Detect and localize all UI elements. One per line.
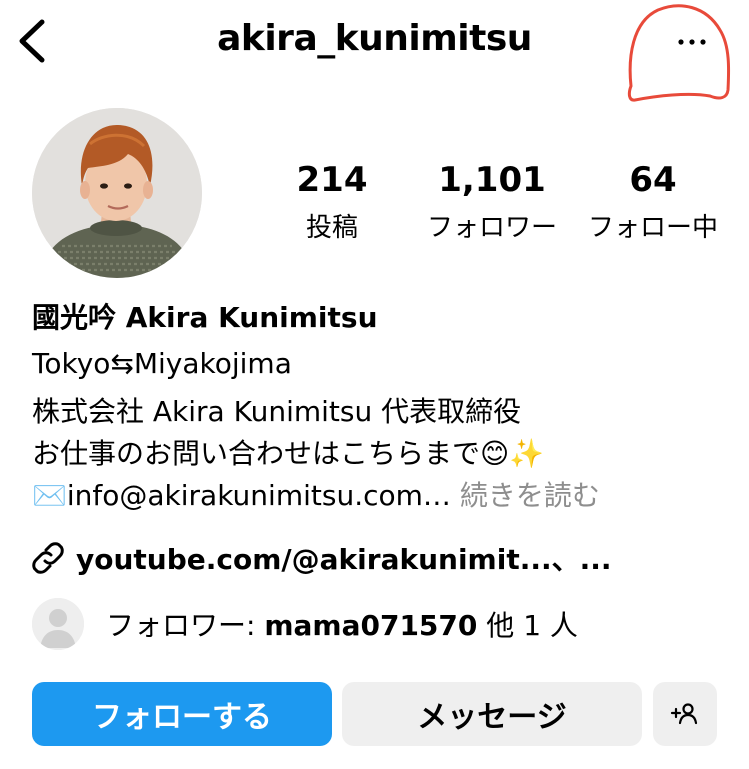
profile-photo bbox=[32, 108, 202, 278]
following-count: 64 bbox=[629, 160, 677, 200]
bio-line: 株式会社 Akira Kunimitsu 代表取締役 bbox=[32, 395, 522, 428]
profile-link[interactable]: youtube.com/@akirakunimit...、... bbox=[32, 536, 612, 580]
follow-button[interactable]: フォローする bbox=[32, 682, 332, 746]
posts-label: 投稿 bbox=[305, 213, 358, 243]
link-icon bbox=[32, 542, 64, 574]
link-text: youtube.com/@akirakunimit...、... bbox=[76, 543, 612, 576]
following-stat[interactable]: 64 フォロー中 bbox=[578, 158, 728, 248]
following-label: フォロー中 bbox=[587, 213, 718, 243]
more-options-button[interactable] bbox=[664, 20, 720, 60]
default-avatar-icon bbox=[32, 598, 84, 650]
followed-by-suffix: 他 1 人 bbox=[477, 609, 578, 642]
followers-count: 1,101 bbox=[438, 160, 546, 200]
posts-stat[interactable]: 214 投稿 bbox=[282, 158, 382, 248]
followers-stat[interactable]: 1,101 フォロワー bbox=[412, 158, 572, 248]
message-button[interactable]: メッセージ bbox=[342, 682, 642, 746]
suggested-accounts-button[interactable] bbox=[653, 682, 717, 746]
more-horizontal-icon bbox=[678, 39, 706, 45]
followed-by-prefix: フォロワー: bbox=[106, 609, 265, 642]
bio-email: ✉️info@akirakunimitsu.com… bbox=[32, 479, 451, 512]
follower-avatar bbox=[32, 598, 84, 650]
followed-by-row[interactable]: フォロワー: mama071570 他 1 人 bbox=[32, 596, 578, 652]
profile-display-name: 國光吟 Akira Kunimitsu bbox=[32, 301, 378, 334]
profile-avatar[interactable] bbox=[32, 108, 202, 278]
followed-by-user[interactable]: mama071570 bbox=[264, 609, 477, 642]
bio-line: お仕事のお問い合わせはこちらまで😊✨ bbox=[32, 437, 545, 470]
posts-count: 214 bbox=[296, 160, 368, 200]
bio-line: Tokyo⇆Miyakojima bbox=[32, 347, 292, 380]
add-person-icon bbox=[670, 703, 698, 725]
followed-by-text: フォロワー: mama071570 他 1 人 bbox=[106, 604, 578, 644]
followers-label: フォロワー bbox=[426, 213, 557, 243]
profile-username: akira_kunimitsu bbox=[217, 18, 532, 59]
read-more-link[interactable]: 続きを読む bbox=[460, 479, 600, 512]
bio-line: ✉️info@akirakunimitsu.com… 続きを読む bbox=[32, 478, 600, 514]
